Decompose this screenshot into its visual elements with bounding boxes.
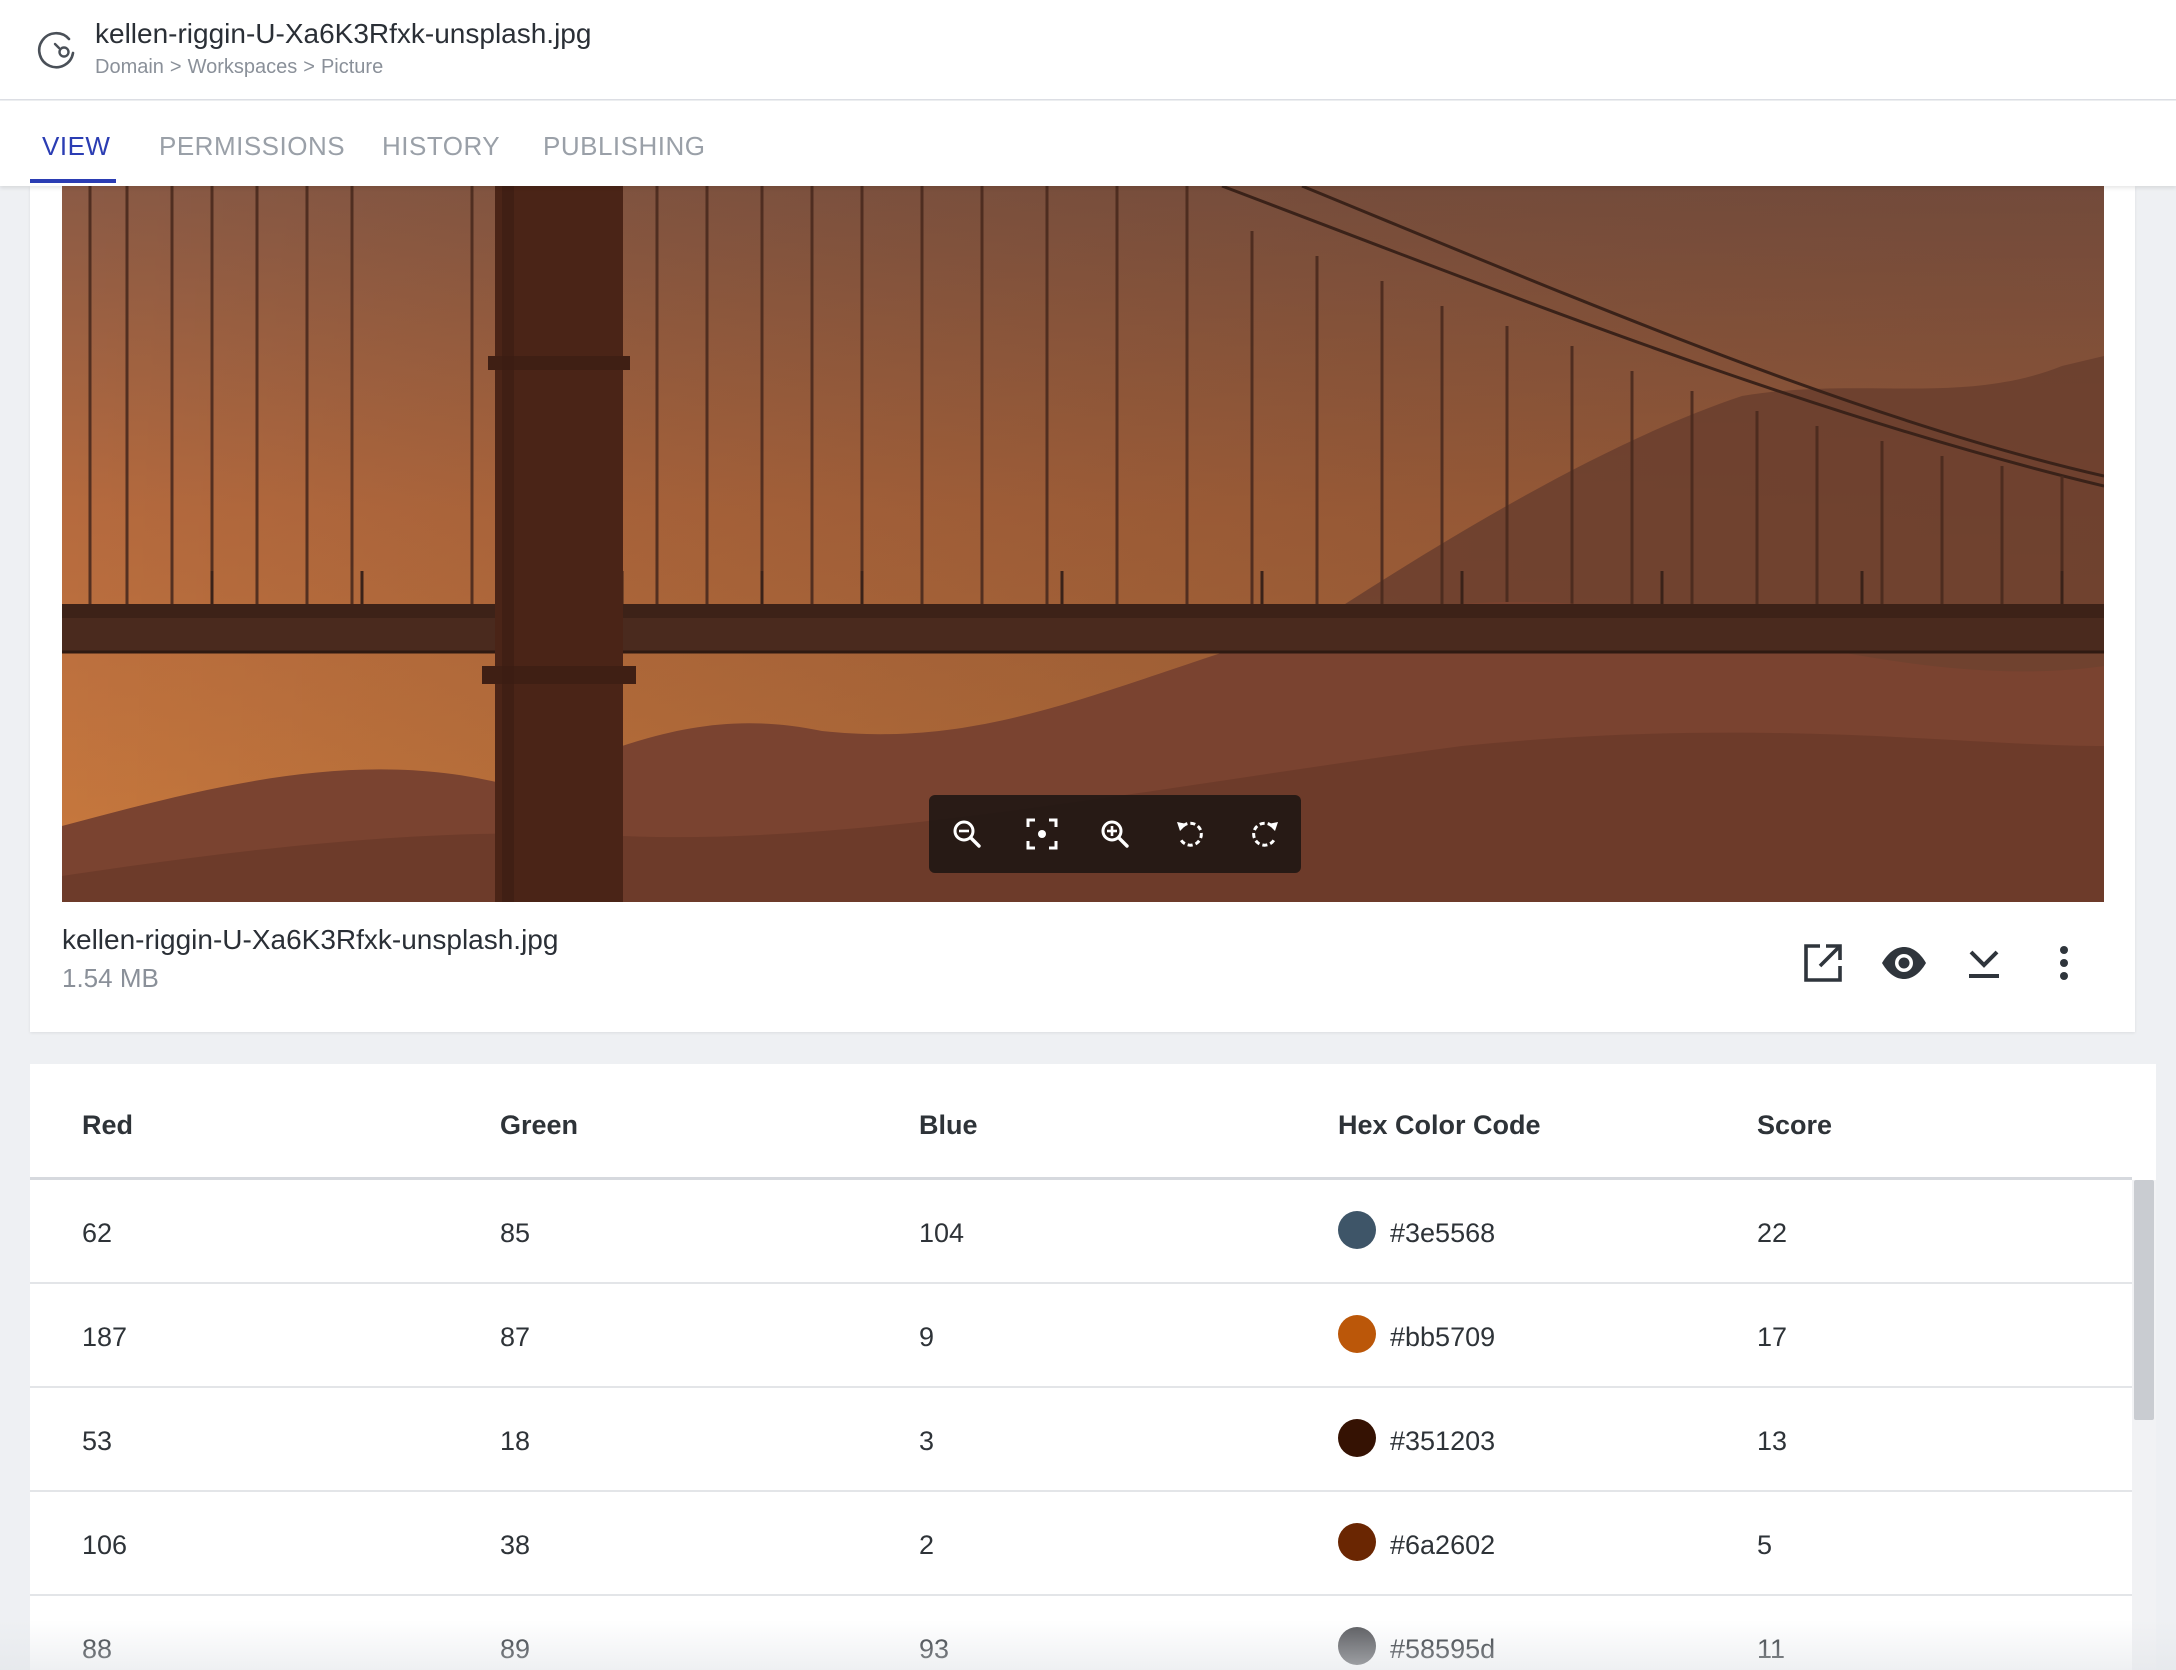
table-scrollbar-thumb[interactable] xyxy=(2134,1180,2154,1420)
page-title: kellen-riggin-U-Xa6K3Rfxk-unsplash.jpg xyxy=(95,18,592,49)
cell-score: 5 xyxy=(1757,1530,1773,1560)
tab-permissions[interactable]: PERMISSIONS xyxy=(159,131,345,162)
rotate-right-icon[interactable] xyxy=(1242,812,1286,856)
cell-hex: #6a2602 xyxy=(1390,1530,1496,1560)
table-row[interactable]: 53 18 3 #351203 13 xyxy=(30,1388,2132,1492)
more-vert-icon[interactable] xyxy=(2039,938,2089,988)
fit-screen-icon[interactable] xyxy=(1020,812,1064,856)
cell-blue: 9 xyxy=(919,1322,935,1352)
breadcrumb: Domain > Workspaces > Picture xyxy=(95,56,383,79)
column-header-green[interactable]: Green xyxy=(500,1110,578,1141)
file-preview-card: kellen-riggin-U-Xa6K3Rfxk-unsplash.jpg 1… xyxy=(30,186,2135,1032)
app-header: kellen-riggin-U-Xa6K3Rfxk-unsplash.jpg D… xyxy=(0,0,2176,100)
cell-red: 106 xyxy=(82,1530,128,1560)
cell-green: 38 xyxy=(500,1530,531,1560)
download-icon[interactable] xyxy=(1959,938,2009,988)
cell-hex: #58595d xyxy=(1390,1634,1496,1664)
cell-blue: 93 xyxy=(919,1634,950,1664)
open-in-new-icon[interactable] xyxy=(1798,938,1848,988)
cell-hex: #351203 xyxy=(1390,1426,1496,1456)
cell-blue: 104 xyxy=(919,1218,965,1248)
cell-green: 87 xyxy=(500,1322,531,1352)
cell-score: 17 xyxy=(1757,1322,1788,1352)
color-swatch xyxy=(1338,1211,1376,1249)
breadcrumb-separator: > xyxy=(169,56,182,78)
column-header-red[interactable]: Red xyxy=(82,1110,133,1141)
column-header-blue[interactable]: Blue xyxy=(919,1110,978,1141)
breadcrumb-item-picture: Picture xyxy=(320,56,384,78)
image-viewer-toolbar xyxy=(929,795,1301,873)
table-row[interactable]: 106 38 2 #6a2602 5 xyxy=(30,1492,2132,1596)
table-row[interactable]: 88 89 93 #58595d 11 xyxy=(30,1596,2132,1670)
cell-green: 85 xyxy=(500,1218,531,1248)
tab-bar: VIEW PERMISSIONS HISTORY PUBLISHING xyxy=(0,101,2176,186)
cell-hex: #bb5709 xyxy=(1390,1322,1496,1352)
column-header-hex[interactable]: Hex Color Code xyxy=(1338,1110,1541,1141)
breadcrumb-item-workspaces[interactable]: Workspaces xyxy=(188,56,298,78)
table-row[interactable]: 187 87 9 #bb5709 17 xyxy=(30,1284,2132,1388)
rotate-left-icon[interactable] xyxy=(1169,812,1213,856)
breadcrumb-separator: > xyxy=(303,56,315,78)
color-palette-table: Red Green Blue Hex Color Code Score 62 8… xyxy=(30,1064,2156,1670)
cell-green: 18 xyxy=(500,1426,531,1456)
table-row[interactable]: 62 85 104 #3e5568 22 xyxy=(30,1180,2132,1284)
breadcrumb-item-domain[interactable]: Domain xyxy=(95,56,164,78)
image-preview[interactable] xyxy=(62,186,2104,902)
color-swatch xyxy=(1338,1419,1376,1457)
cell-score: 11 xyxy=(1757,1634,1786,1664)
cell-hex: #3e5568 xyxy=(1390,1218,1496,1248)
cell-score: 22 xyxy=(1757,1218,1788,1248)
color-swatch xyxy=(1338,1315,1376,1353)
eye-icon[interactable] xyxy=(1879,938,1929,988)
tab-publishing[interactable]: PUBLISHING xyxy=(543,131,706,162)
column-header-score[interactable]: Score xyxy=(1757,1110,1832,1141)
cell-red: 53 xyxy=(82,1426,113,1456)
color-swatch xyxy=(1338,1627,1376,1665)
file-size: 1.54 MB xyxy=(62,963,159,993)
app-logo-icon xyxy=(37,31,75,69)
file-name: kellen-riggin-U-Xa6K3Rfxk-unsplash.jpg xyxy=(62,924,559,955)
active-tab-indicator xyxy=(30,179,116,183)
tab-view[interactable]: VIEW xyxy=(42,131,110,162)
zoom-in-icon[interactable] xyxy=(1093,812,1137,856)
cell-blue: 3 xyxy=(919,1426,935,1456)
cell-green: 89 xyxy=(500,1634,531,1664)
cell-red: 88 xyxy=(82,1634,113,1664)
color-swatch xyxy=(1338,1523,1376,1561)
cell-blue: 2 xyxy=(919,1530,935,1560)
cell-score: 13 xyxy=(1757,1426,1788,1456)
tab-history[interactable]: HISTORY xyxy=(382,131,500,162)
cell-red: 62 xyxy=(82,1218,113,1248)
zoom-out-icon[interactable] xyxy=(945,812,989,856)
cell-red: 187 xyxy=(82,1322,128,1352)
